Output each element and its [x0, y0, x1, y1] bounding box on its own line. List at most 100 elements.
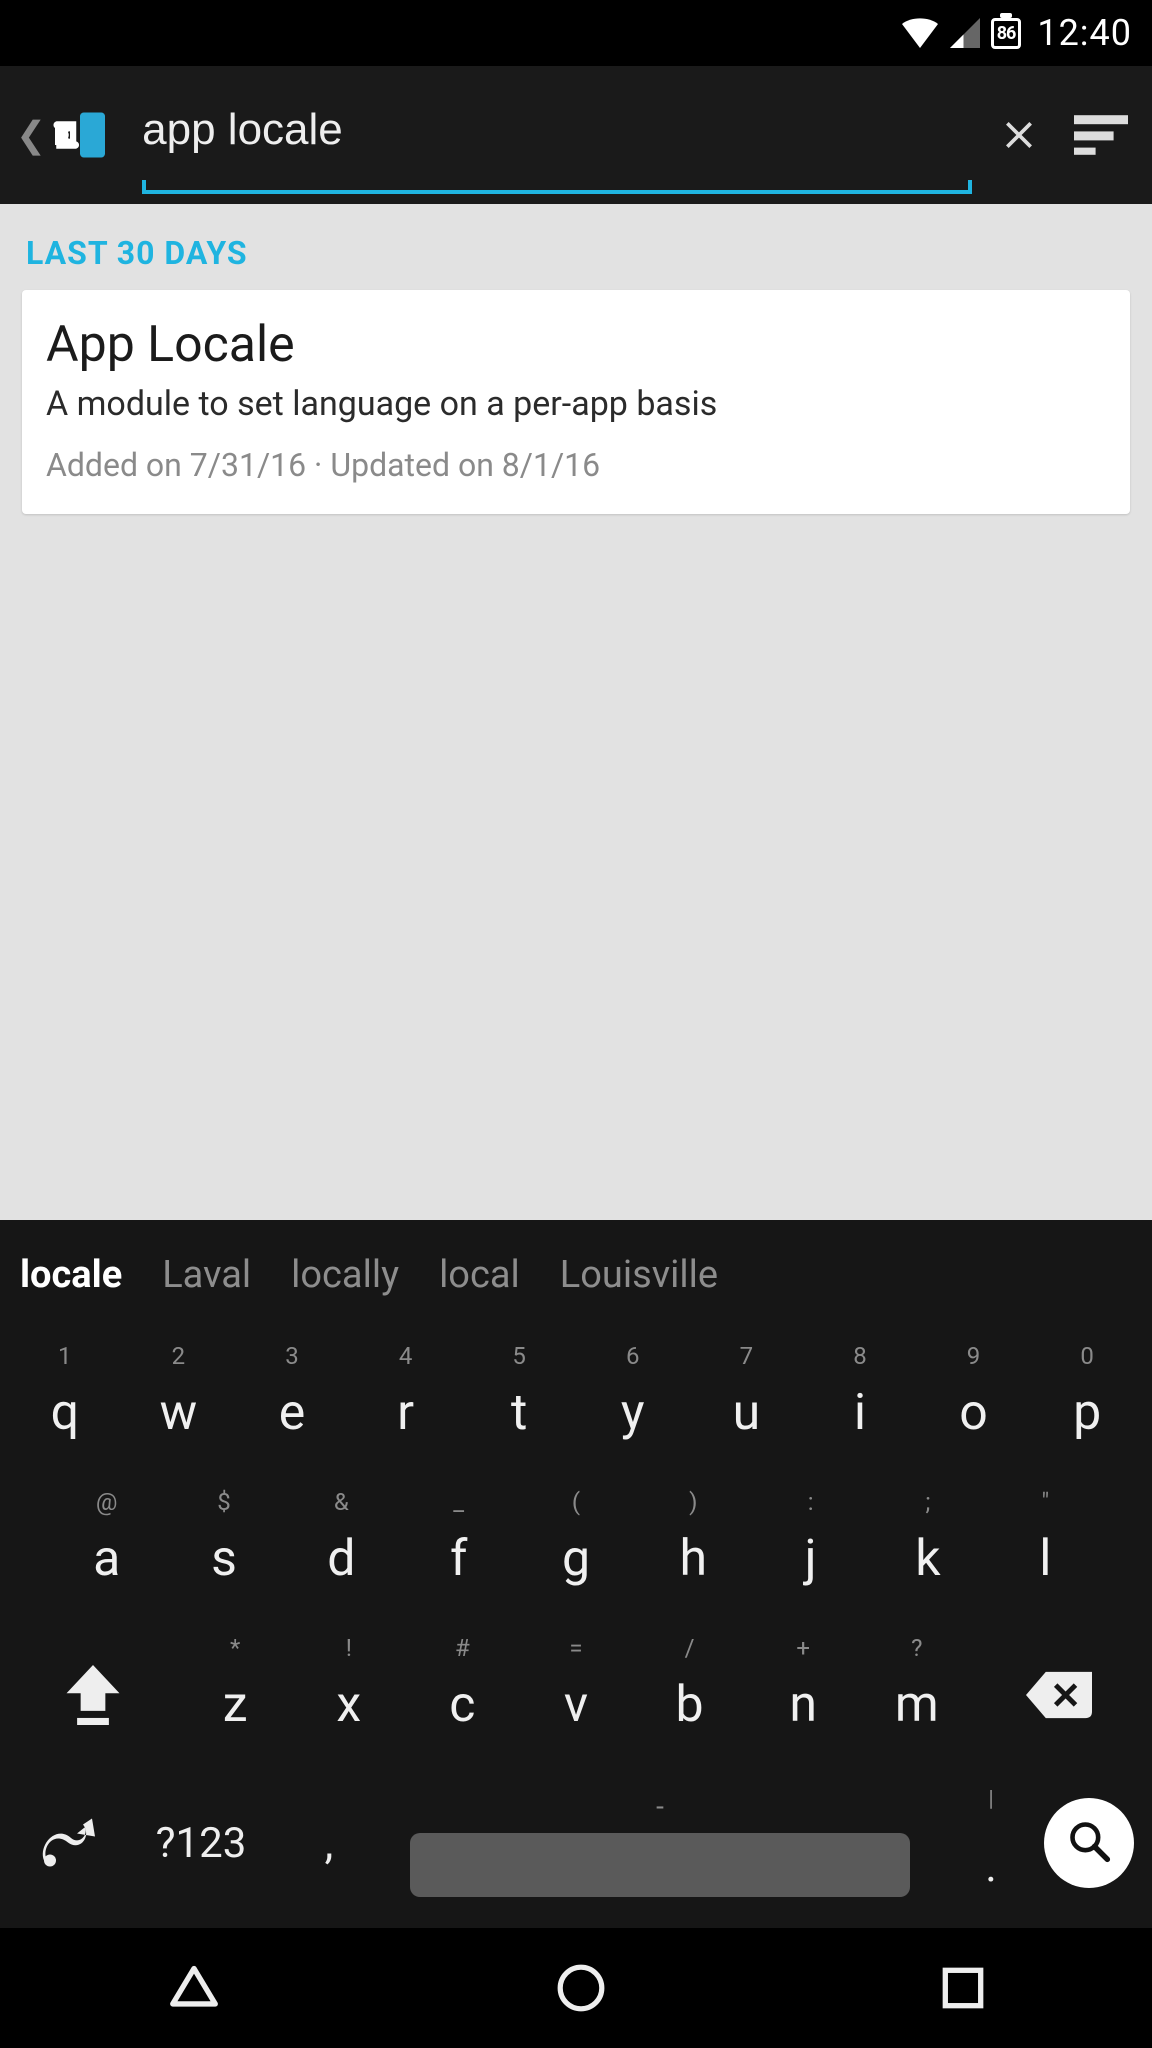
key-label: h — [680, 1530, 708, 1588]
search-field-wrap — [142, 66, 972, 204]
key-f[interactable]: _f — [400, 1476, 517, 1622]
backspace-key[interactable] — [974, 1622, 1144, 1768]
search-input[interactable] — [142, 95, 972, 175]
key-g[interactable]: (g — [517, 1476, 634, 1622]
key-s[interactable]: $s — [165, 1476, 282, 1622]
key-label: o — [959, 1384, 988, 1442]
result-description: A module to set language on a per-app ba… — [46, 384, 1106, 424]
key-hint: ? — [911, 1634, 922, 1662]
battery-icon: 86 — [991, 18, 1022, 49]
key-hint: 2 — [172, 1342, 186, 1370]
result-card[interactable]: App Locale A module to set language on a… — [22, 290, 1130, 514]
keyboard-search-button[interactable] — [1044, 1798, 1134, 1888]
key-hint: _ — [453, 1488, 464, 1516]
key-hint: * — [230, 1634, 240, 1662]
key-o[interactable]: 9o — [917, 1330, 1031, 1476]
key-j[interactable]: :j — [752, 1476, 869, 1622]
key-label: x — [336, 1676, 361, 1734]
key-v[interactable]: =v — [519, 1622, 633, 1768]
key-hint: 1 — [58, 1342, 72, 1370]
clear-search-button[interactable] — [984, 100, 1054, 170]
shift-key[interactable] — [8, 1622, 178, 1768]
key-label: q — [51, 1384, 79, 1442]
key-hint: ( — [572, 1488, 580, 1516]
key-label: f — [450, 1530, 467, 1588]
backspace-icon — [1026, 1671, 1092, 1719]
period-key[interactable]: | . — [946, 1787, 1036, 1900]
key-hint: 7 — [740, 1342, 754, 1370]
nav-home-button[interactable] — [555, 1962, 607, 2014]
xposed-app-icon — [50, 105, 110, 165]
space-hint: - — [656, 1790, 664, 1823]
key-hint: $ — [217, 1488, 231, 1516]
section-header: LAST 30 DAYS — [26, 234, 1130, 272]
key-z[interactable]: *z — [178, 1622, 292, 1768]
battery-percent: 86 — [997, 23, 1016, 44]
key-hint: ; — [925, 1488, 930, 1516]
soft-keyboard: locale Laval locally local Louisville 1q… — [0, 1220, 1152, 1928]
key-label: j — [805, 1530, 817, 1588]
suggestion[interactable]: locally — [291, 1253, 399, 1297]
key-label: n — [789, 1676, 817, 1734]
comma-key[interactable]: , — [284, 1817, 374, 1869]
suggestion[interactable]: local — [439, 1253, 520, 1297]
suggestion[interactable]: locale — [20, 1253, 122, 1297]
key-l[interactable]: "l — [987, 1476, 1104, 1622]
key-c[interactable]: #c — [406, 1622, 520, 1768]
key-hint: 5 — [512, 1342, 526, 1370]
app-bar: ❮ — [0, 66, 1152, 204]
key-hint: + — [796, 1634, 810, 1662]
key-hint: # — [455, 1634, 470, 1662]
key-u[interactable]: 7u — [690, 1330, 804, 1476]
key-a[interactable]: @a — [48, 1476, 165, 1622]
key-hint: = — [569, 1634, 582, 1662]
key-h[interactable]: )h — [635, 1476, 752, 1622]
key-label: k — [915, 1530, 940, 1588]
key-label: g — [562, 1530, 590, 1588]
key-d[interactable]: &d — [283, 1476, 400, 1622]
key-hint: / — [685, 1634, 695, 1662]
key-w[interactable]: 2w — [122, 1330, 236, 1476]
key-label: p — [1073, 1384, 1101, 1442]
key-r[interactable]: 4r — [349, 1330, 463, 1476]
key-m[interactable]: ?m — [860, 1622, 974, 1768]
key-hint: 0 — [1080, 1342, 1094, 1370]
key-q[interactable]: 1q — [8, 1330, 122, 1476]
key-hint: @ — [96, 1488, 118, 1516]
symbols-key[interactable]: ?123 — [126, 1819, 276, 1868]
nav-back-button[interactable] — [166, 1965, 222, 2011]
key-label: u — [733, 1384, 761, 1442]
suggestion-bar: locale Laval locally local Louisville — [0, 1220, 1152, 1330]
key-k[interactable]: ;k — [869, 1476, 986, 1622]
key-label: w — [160, 1384, 198, 1442]
swipe-input-key[interactable] — [18, 1815, 118, 1871]
key-b[interactable]: /b — [633, 1622, 747, 1768]
key-t[interactable]: 5t — [462, 1330, 576, 1476]
swipe-icon — [38, 1815, 98, 1871]
close-icon — [999, 115, 1039, 155]
key-p[interactable]: 0p — [1030, 1330, 1144, 1476]
key-i[interactable]: 8i — [803, 1330, 917, 1476]
back-button[interactable]: ❮ — [16, 105, 110, 165]
key-e[interactable]: 3e — [235, 1330, 349, 1476]
key-x[interactable]: !x — [292, 1622, 406, 1768]
key-label: c — [449, 1676, 475, 1734]
key-hint: & — [334, 1488, 349, 1516]
sort-button[interactable] — [1066, 100, 1136, 170]
key-hint: " — [1041, 1488, 1049, 1516]
suggestion[interactable]: Louisville — [560, 1253, 718, 1297]
search-icon — [1067, 1819, 1111, 1867]
key-hint: 4 — [399, 1342, 413, 1370]
suggestion[interactable]: Laval — [162, 1253, 251, 1297]
search-underline — [142, 190, 972, 194]
key-label: r — [397, 1384, 414, 1442]
key-label: z — [223, 1676, 248, 1734]
key-n[interactable]: +n — [746, 1622, 860, 1768]
key-label: i — [854, 1384, 866, 1442]
key-label: d — [327, 1530, 355, 1588]
space-key[interactable] — [410, 1833, 910, 1897]
key-label: m — [895, 1676, 939, 1734]
key-label: y — [621, 1384, 645, 1442]
nav-recents-button[interactable] — [940, 1965, 986, 2011]
key-y[interactable]: 6y — [576, 1330, 690, 1476]
